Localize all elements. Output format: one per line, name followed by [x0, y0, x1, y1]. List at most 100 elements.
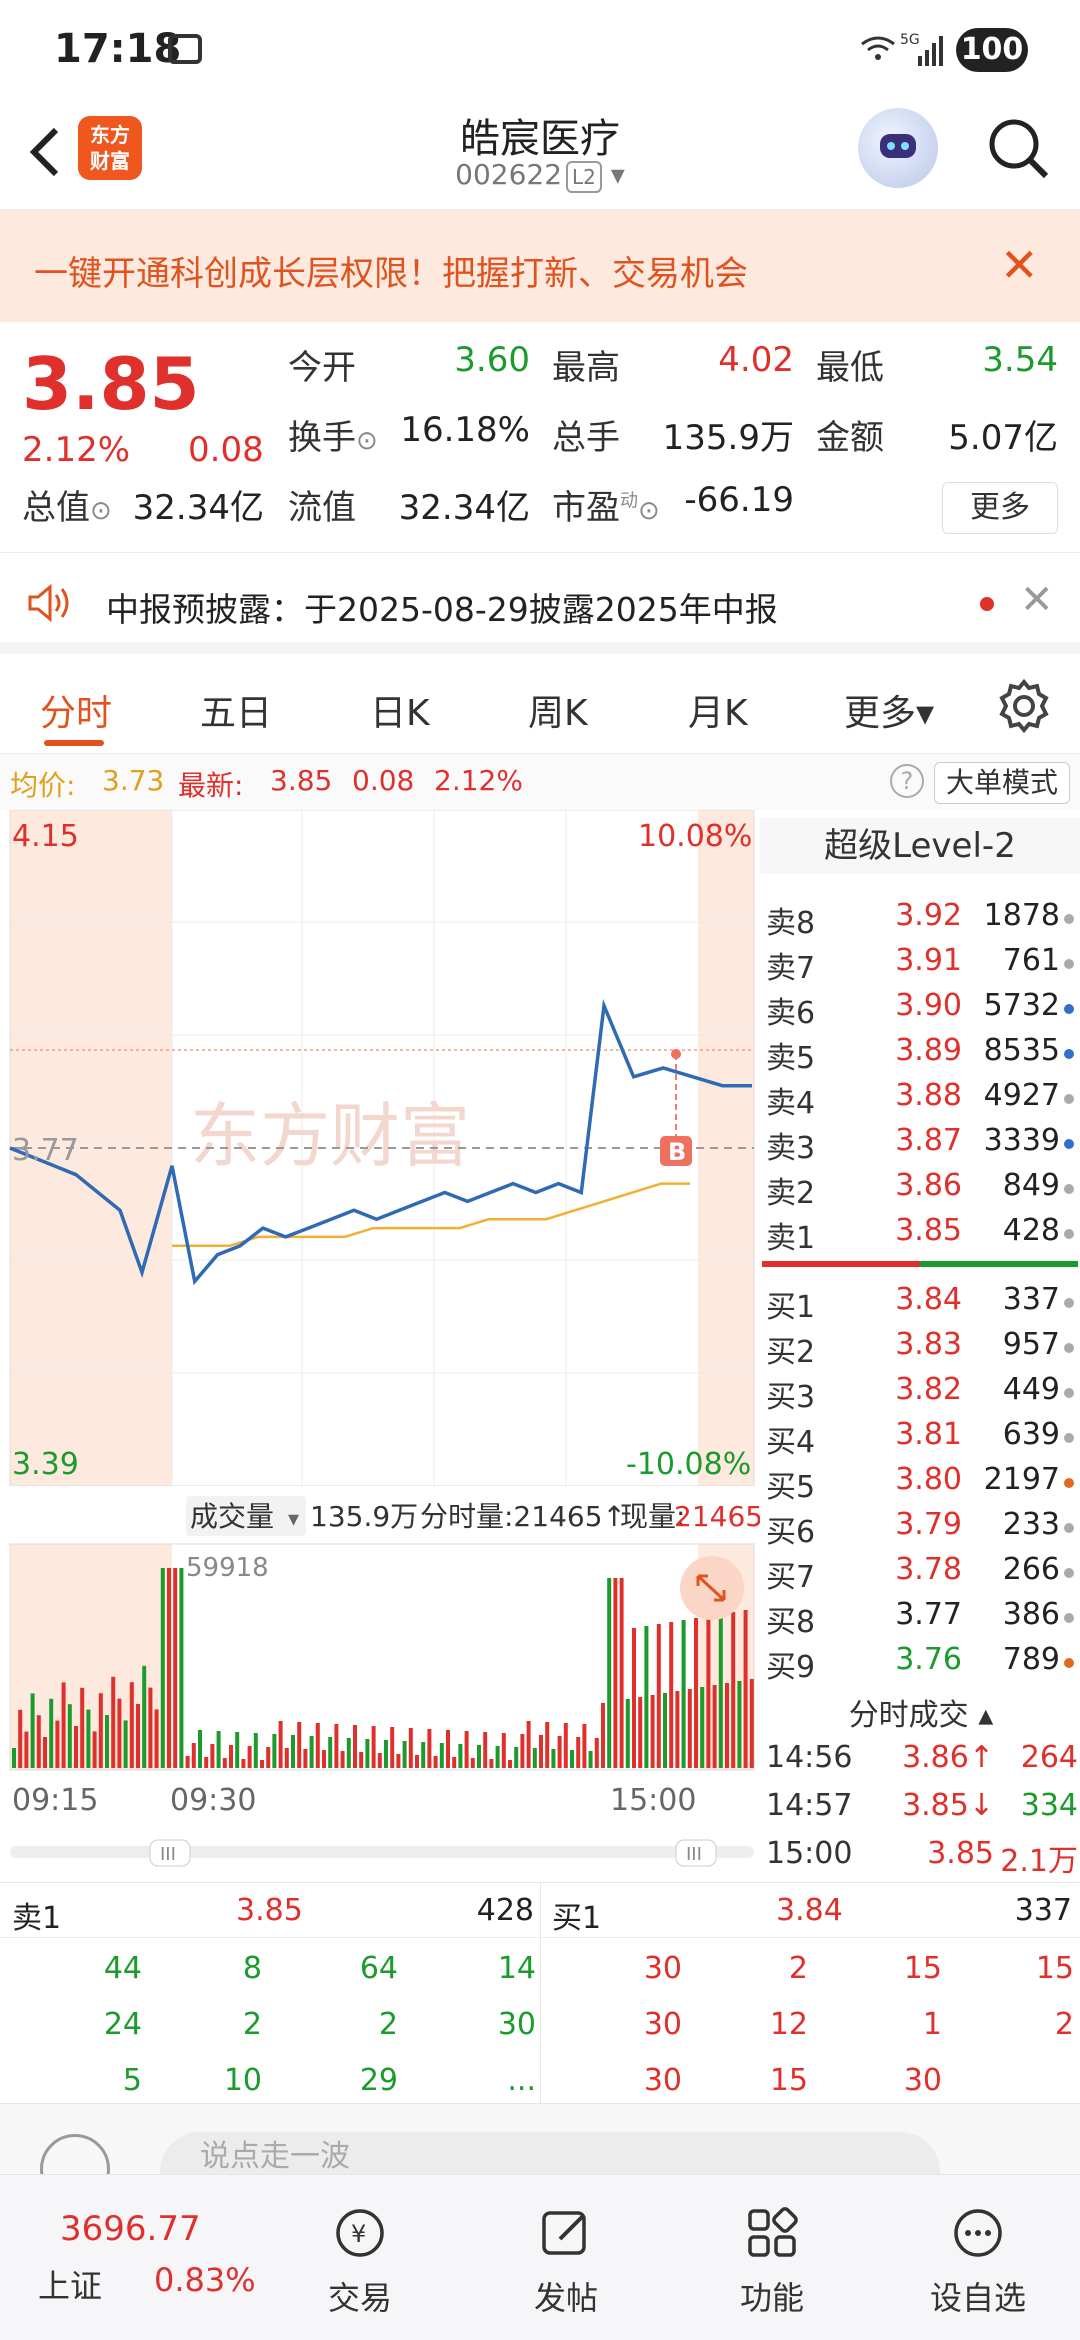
volume-bar	[625, 1699, 630, 1768]
tab-daily-k[interactable]: 日K	[370, 684, 430, 736]
bids-row[interactable]: 买7 3.78 266	[762, 1552, 1080, 1597]
back-button[interactable]	[22, 122, 72, 182]
tick-trades-title[interactable]: 分时成交 ▴	[762, 1690, 1080, 1734]
index-pct[interactable]: 0.83%	[154, 2261, 256, 2299]
grid-icon	[748, 2207, 798, 2257]
volume-bar	[557, 1736, 562, 1768]
asks-row[interactable]: 卖7 3.91 761	[762, 943, 1080, 988]
asks-volume: 1878	[983, 898, 1060, 933]
queue-sell-cell: 2	[378, 2007, 398, 2042]
bids-level-label: 买1	[766, 1290, 816, 1325]
bids-row[interactable]: 买9 3.76 789	[762, 1642, 1080, 1687]
order-dot-icon	[1064, 1298, 1074, 1308]
asks-row[interactable]: 卖5 3.89 8535	[762, 1033, 1080, 1078]
search-button[interactable]	[984, 114, 1054, 184]
asks-row[interactable]: 卖6 3.90 5732	[762, 988, 1080, 1033]
level2-title[interactable]: 超级Level-2	[760, 818, 1080, 874]
asks-price: 3.86	[895, 1168, 962, 1203]
queue-sell-cell: 30	[497, 2007, 536, 2042]
intraday-chart[interactable]: 东方财富 B 4.15 3.77 3.39 10.08% -10.08% 成交量…	[0, 810, 760, 1882]
queue-buy-cell: 2	[1054, 2007, 1074, 2042]
comment-icon[interactable]	[40, 2134, 110, 2174]
close-icon[interactable]: ✕	[1000, 238, 1039, 292]
stock-code[interactable]: 002622 L2 ▾	[340, 158, 740, 193]
volume-bar	[105, 1715, 109, 1768]
volume-bar	[470, 1758, 475, 1768]
promo-text[interactable]: 一键开通科创成长层权限！把握打新、交易机会	[34, 246, 748, 295]
tick-row[interactable]: 14:57 3.85↓ 334	[762, 1788, 1080, 1836]
volume-total: 135.9万	[310, 1500, 418, 1533]
bids-row[interactable]: 买2 3.83 957	[762, 1327, 1080, 1372]
status-time: 17:18	[54, 26, 182, 72]
bids-row[interactable]: 买5 3.80 2197	[762, 1462, 1080, 1507]
nav-functions[interactable]: 功能	[712, 2205, 832, 2319]
turnover-label[interactable]: 换手⊙	[288, 410, 378, 459]
index-name[interactable]: 上证	[38, 2261, 102, 2307]
bids-row[interactable]: 买3 3.82 449	[762, 1372, 1080, 1417]
avg-price-row: 均价: 3.73 最新: 3.85 0.08 2.12% ? 大单模式	[0, 754, 1080, 810]
asks-row[interactable]: 卖2 3.86 849	[762, 1168, 1080, 1213]
mktcap-value: 32.34亿	[132, 488, 264, 528]
tab-weekly-k[interactable]: 周K	[528, 684, 588, 736]
asks-row[interactable]: 卖3 3.87 3339	[762, 1123, 1080, 1168]
volume-bar	[439, 1743, 444, 1768]
buy-marker-label: B	[668, 1138, 686, 1166]
volume-bar	[489, 1759, 494, 1768]
info-icon: ⊙	[638, 496, 660, 526]
nav-trade[interactable]: ¥ 交易	[300, 2205, 420, 2319]
tab-intraday[interactable]: 分时	[40, 684, 112, 736]
nav-post[interactable]: 发帖	[506, 2205, 626, 2319]
pe-label[interactable]: 市盈动⊙	[552, 480, 660, 529]
order-dot-icon	[1064, 1568, 1074, 1578]
asks-row[interactable]: 卖1 3.85 428	[762, 1213, 1080, 1258]
bids-row[interactable]: 买6 3.79 233	[762, 1507, 1080, 1552]
queue-sell-cell: 44	[103, 1951, 142, 1986]
asks-row[interactable]: 卖4 3.88 4927	[762, 1078, 1080, 1123]
volume-bar	[36, 1715, 41, 1768]
bids-row[interactable]: 买4 3.81 639	[762, 1417, 1080, 1462]
volume-bar	[173, 1568, 178, 1768]
bids-row[interactable]: 买1 3.84 337	[762, 1282, 1080, 1327]
nav-add-watchlist[interactable]: 设自选	[918, 2205, 1038, 2319]
caret-down-icon: ▾	[288, 1507, 299, 1532]
more-button[interactable]: 更多	[942, 482, 1058, 534]
tick-row[interactable]: 15:00 3.85 2.1万	[762, 1836, 1080, 1884]
index-value[interactable]: 3696.77	[60, 2209, 201, 2249]
help-icon[interactable]: ?	[890, 764, 924, 798]
bids-volume: 449	[1002, 1372, 1060, 1407]
promo-banner[interactable]: 一键开通科创成长层权限！把握打新、交易机会 ✕	[0, 210, 1080, 322]
mktcap-label[interactable]: 总值⊙	[22, 480, 112, 529]
volume-bar	[61, 1682, 66, 1768]
tab-more[interactable]: 更多▾	[844, 684, 934, 736]
tick-row[interactable]: 14:56 3.86↑ 264	[762, 1740, 1080, 1788]
pe-value: -66.19	[684, 480, 794, 520]
asks-volume: 849	[1002, 1168, 1060, 1203]
bids-level-label: 买9	[766, 1650, 816, 1685]
tab-five-day[interactable]: 五日	[200, 684, 272, 736]
order-dot-icon	[1064, 1658, 1074, 1668]
volume-bar	[508, 1760, 512, 1768]
volume-bar	[247, 1746, 252, 1768]
bids-price: 3.84	[895, 1282, 962, 1317]
volume-bar	[545, 1722, 550, 1768]
bids-row[interactable]: 买8 3.77 386	[762, 1597, 1080, 1642]
notice-text[interactable]: 中报预披露：于2025-08-29披露2025年中报	[106, 583, 778, 631]
low-label: 最低	[816, 348, 884, 388]
volume-bar	[718, 1614, 723, 1768]
volume-bar	[142, 1665, 147, 1768]
comment-bar[interactable]: 说点走一波	[0, 2104, 1080, 2174]
asks-row[interactable]: 卖8 3.92 1878	[762, 898, 1080, 943]
comment-input[interactable]: 说点走一波	[160, 2132, 940, 2174]
volume-bar	[731, 1612, 736, 1768]
close-icon[interactable]: ✕	[1020, 577, 1054, 623]
float-cap-label: 流值	[288, 488, 356, 528]
volume-bar	[365, 1739, 370, 1768]
gear-icon[interactable]	[996, 678, 1052, 734]
robot-assistant-icon[interactable]	[858, 108, 938, 188]
big-order-mode-button[interactable]: 大单模式	[934, 762, 1070, 804]
notice-bar[interactable]: 中报预披露：于2025-08-29披露2025年中报 ✕	[0, 552, 1080, 654]
tab-monthly-k[interactable]: 月K	[688, 684, 748, 736]
queue-sell-cell: ...	[507, 2063, 536, 2098]
bids-price: 3.79	[895, 1507, 962, 1542]
volume-bar	[315, 1723, 320, 1768]
